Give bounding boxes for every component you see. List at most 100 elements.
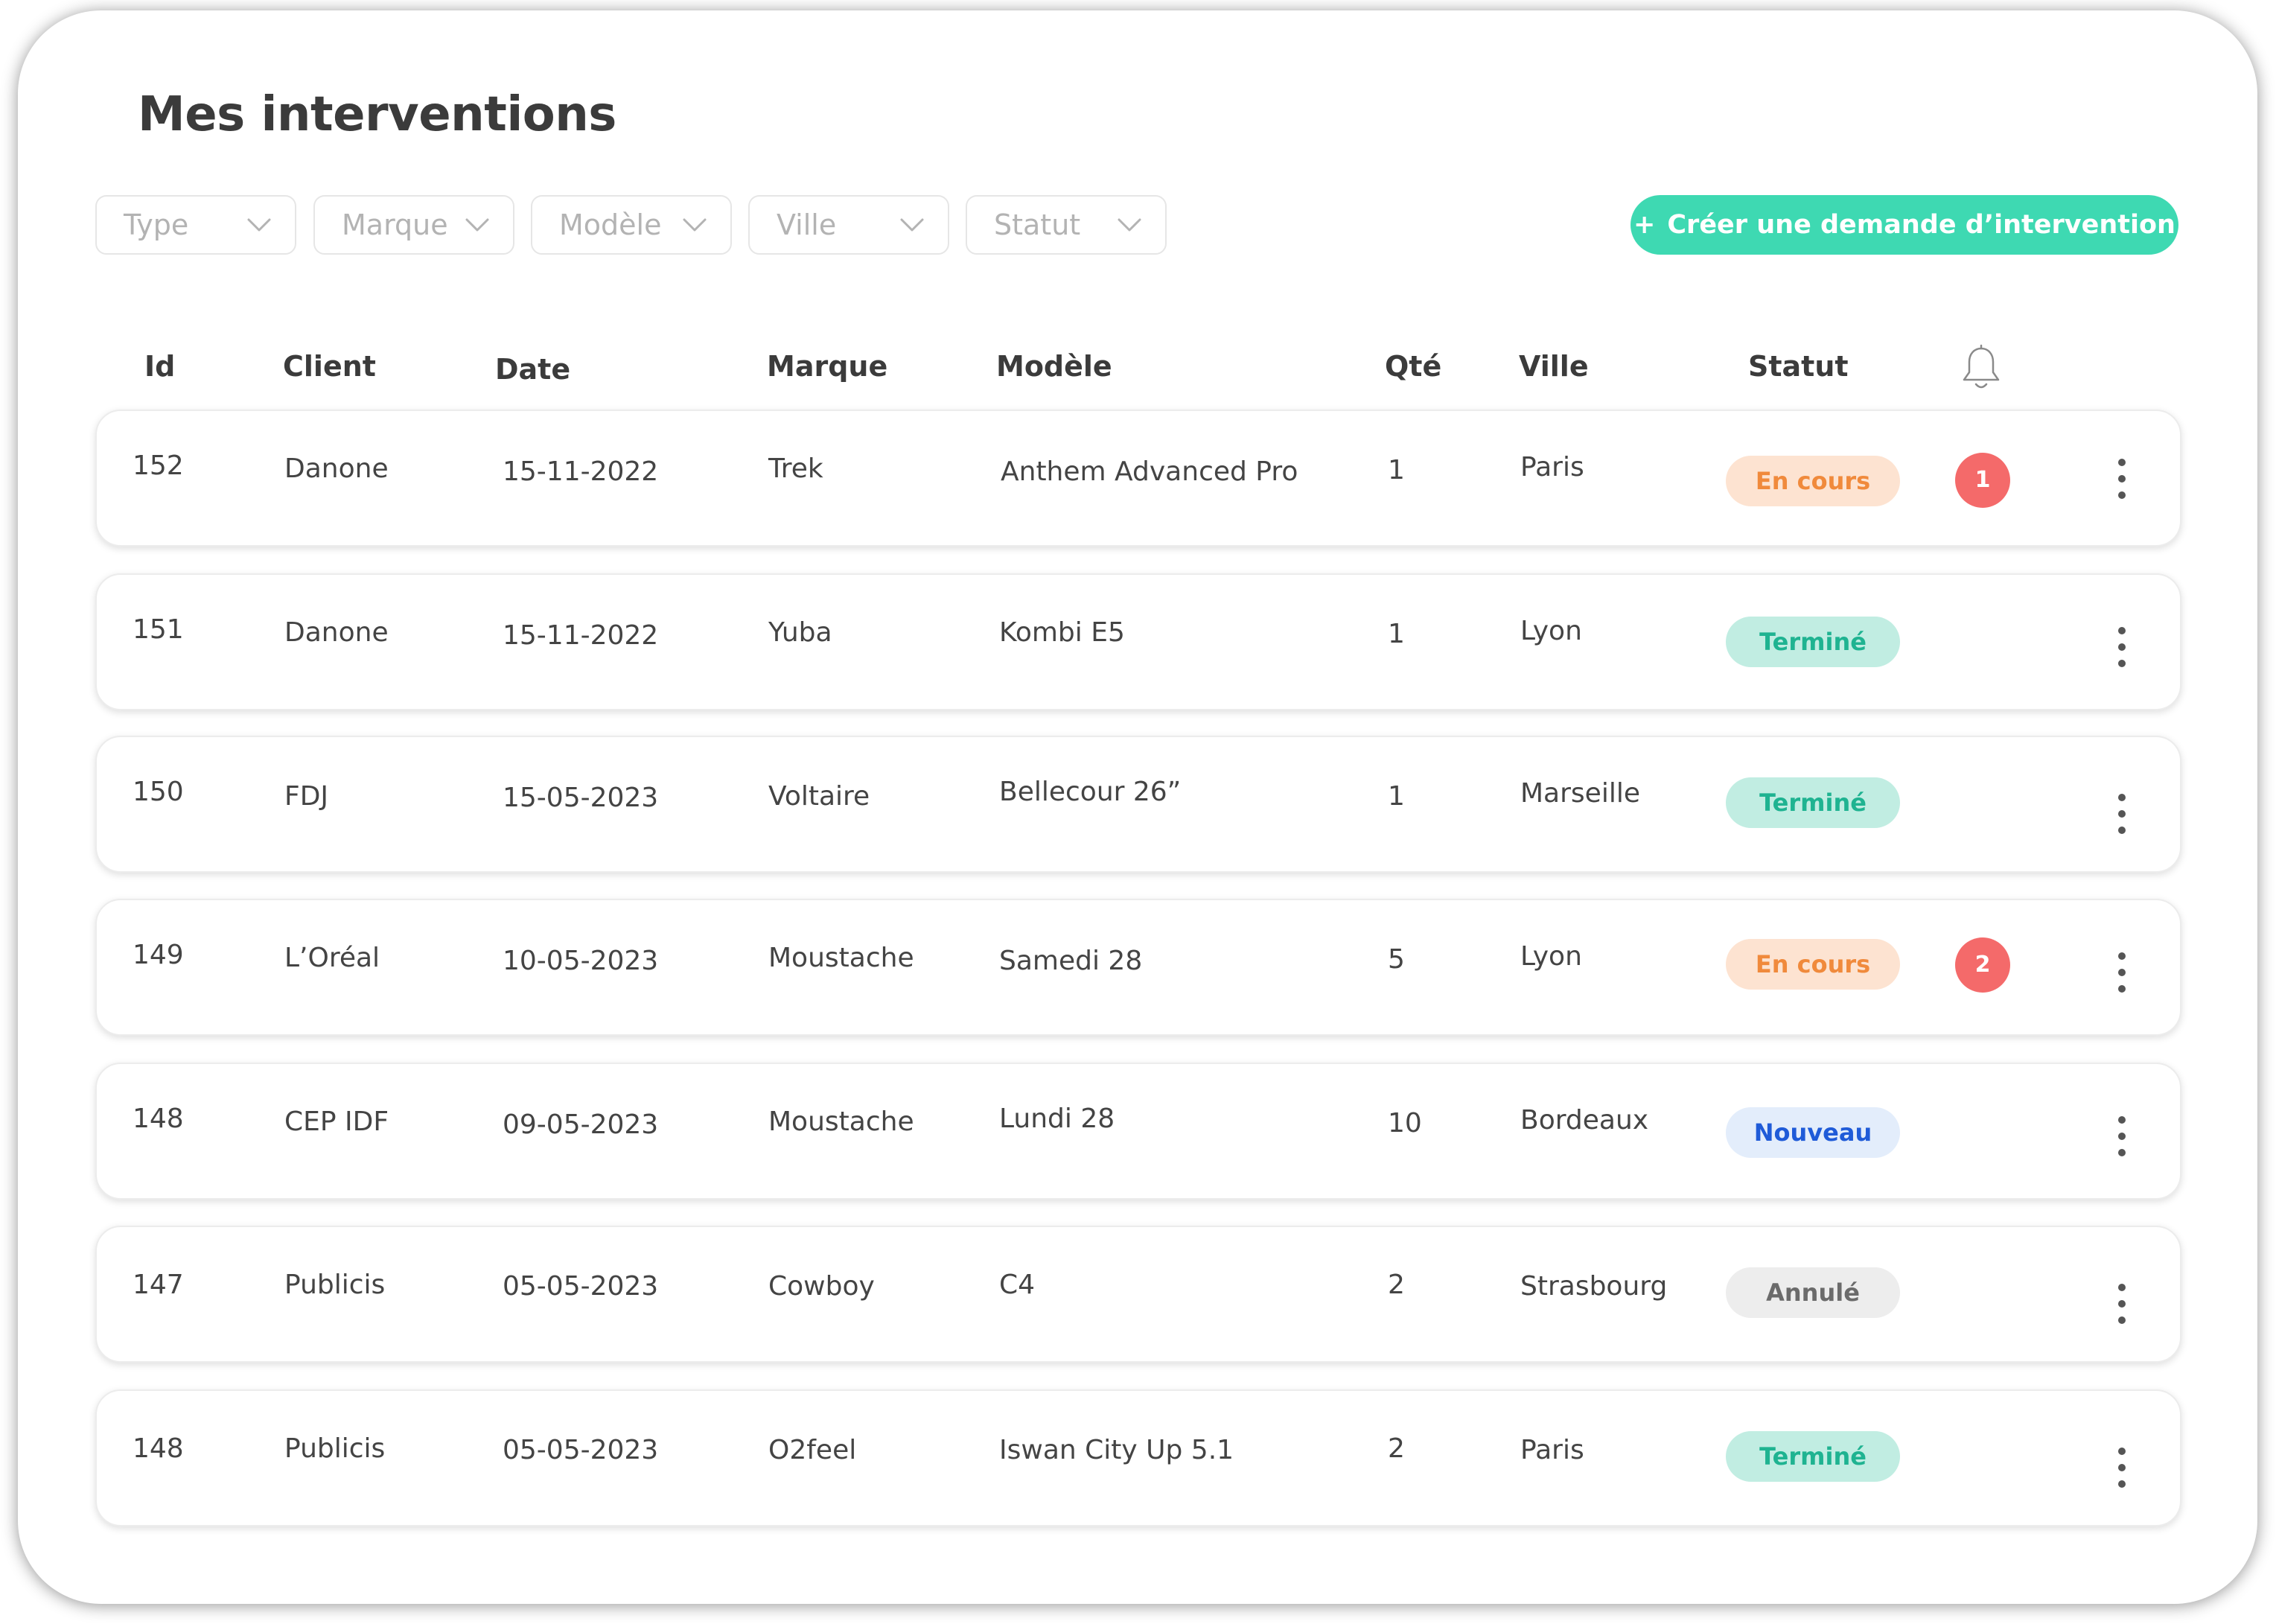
cell-marque: Moustache bbox=[768, 943, 914, 973]
cell-modele: C4 bbox=[999, 1270, 1036, 1300]
column-header-statut: Statut bbox=[1748, 350, 1849, 383]
cell-modele: Anthem Advanced Pro bbox=[1001, 456, 1298, 487]
cell-marque: Yuba bbox=[768, 617, 832, 648]
cell-qte: 2 bbox=[1388, 1270, 1405, 1300]
cell-client: Publicis bbox=[284, 1433, 386, 1464]
filter-modele-dropdown[interactable]: Modèle bbox=[531, 195, 732, 255]
more-vertical-icon[interactable] bbox=[2108, 454, 2135, 508]
more-vertical-icon[interactable] bbox=[2108, 1443, 2135, 1497]
filter-statut-dropdown[interactable]: Statut bbox=[966, 195, 1167, 255]
chevron-down-icon bbox=[683, 218, 707, 232]
plus-icon: + bbox=[1633, 210, 1656, 240]
create-intervention-button[interactable]: + Créer une demande d’intervention bbox=[1631, 195, 2178, 255]
cell-marque: Voltaire bbox=[768, 781, 870, 812]
filter-statut-label: Statut bbox=[994, 208, 1081, 241]
column-header-id: Id bbox=[144, 350, 176, 383]
cell-marque: O2feel bbox=[768, 1435, 857, 1465]
column-header-qte: Qté bbox=[1385, 350, 1442, 383]
chevron-down-icon bbox=[247, 218, 271, 232]
cell-modele: Samedi 28 bbox=[999, 946, 1143, 976]
cell-client: FDJ bbox=[284, 781, 329, 812]
filter-modele-label: Modèle bbox=[559, 208, 662, 241]
cell-marque: Trek bbox=[768, 453, 823, 484]
chevron-down-icon bbox=[900, 218, 924, 232]
filter-ville-dropdown[interactable]: Ville bbox=[748, 195, 949, 255]
notification-badge[interactable]: 1 bbox=[1955, 453, 2010, 508]
cell-qte: 10 bbox=[1388, 1108, 1422, 1139]
cell-qte: 5 bbox=[1388, 944, 1405, 975]
cell-date: 15-05-2023 bbox=[503, 783, 659, 813]
cell-ville: Strasbourg bbox=[1520, 1271, 1668, 1302]
cell-marque: Moustache bbox=[768, 1106, 914, 1137]
cell-id: 149 bbox=[133, 940, 184, 970]
chevron-down-icon bbox=[465, 218, 489, 232]
cell-date: 10-05-2023 bbox=[503, 946, 659, 976]
more-vertical-icon[interactable] bbox=[2108, 948, 2135, 1002]
table-row[interactable]: 152 Danone 15-11-2022 Trek Anthem Advanc… bbox=[95, 410, 2181, 547]
filter-marque-label: Marque bbox=[342, 208, 448, 241]
filter-type-dropdown[interactable]: Type bbox=[95, 195, 296, 255]
column-header-date: Date bbox=[495, 353, 571, 386]
more-vertical-icon[interactable] bbox=[2108, 622, 2135, 676]
notification-badge[interactable]: 2 bbox=[1955, 937, 2010, 993]
cell-id: 147 bbox=[133, 1270, 184, 1300]
cell-client: Publicis bbox=[284, 1270, 386, 1300]
create-intervention-label: Créer une demande d’intervention bbox=[1667, 210, 2175, 240]
status-badge: Terminé bbox=[1726, 617, 1900, 667]
status-badge: En cours bbox=[1726, 939, 1900, 990]
cell-qte: 1 bbox=[1388, 781, 1405, 812]
cell-id: 150 bbox=[133, 777, 184, 807]
cell-ville: Bordeaux bbox=[1520, 1105, 1649, 1136]
more-vertical-icon[interactable] bbox=[2108, 1279, 2135, 1333]
cell-modele: Bellecour 26” bbox=[999, 777, 1182, 807]
column-header-modele: Modèle bbox=[996, 350, 1112, 383]
cell-modele: Iswan City Up 5.1 bbox=[999, 1435, 1234, 1465]
filter-ville-label: Ville bbox=[777, 208, 837, 241]
cell-client: L’Oréal bbox=[284, 943, 380, 973]
cell-date: 15-11-2022 bbox=[503, 456, 659, 487]
cell-date: 05-05-2023 bbox=[503, 1271, 659, 1302]
cell-client: Danone bbox=[284, 617, 389, 648]
cell-qte: 1 bbox=[1388, 455, 1405, 485]
cell-ville: Paris bbox=[1520, 452, 1584, 483]
cell-ville: Lyon bbox=[1520, 616, 1582, 646]
cell-client: Danone bbox=[284, 453, 389, 484]
column-header-client: Client bbox=[283, 350, 376, 383]
cell-ville: Lyon bbox=[1520, 941, 1582, 972]
status-badge: Annulé bbox=[1726, 1267, 1900, 1318]
cell-qte: 2 bbox=[1388, 1433, 1405, 1464]
chevron-down-icon bbox=[1118, 218, 1141, 232]
column-header-marque: Marque bbox=[767, 350, 888, 383]
bell-icon bbox=[1963, 344, 2000, 389]
status-badge: Terminé bbox=[1726, 777, 1900, 828]
cell-id: 148 bbox=[133, 1433, 184, 1464]
column-header-ville: Ville bbox=[1519, 350, 1589, 383]
cell-id: 151 bbox=[133, 614, 184, 645]
table-row[interactable]: 151 Danone 15-11-2022 Yuba Kombi E5 1 Ly… bbox=[95, 573, 2181, 710]
table-row[interactable]: 148 Publicis 05-05-2023 O2feel Iswan Cit… bbox=[95, 1389, 2181, 1526]
cell-id: 148 bbox=[133, 1104, 184, 1134]
more-vertical-icon[interactable] bbox=[2108, 1112, 2135, 1165]
cell-date: 09-05-2023 bbox=[503, 1109, 659, 1140]
page-title: Mes interventions bbox=[138, 87, 616, 142]
cell-client: CEP IDF bbox=[284, 1106, 389, 1137]
status-badge: Terminé bbox=[1726, 1431, 1900, 1482]
table-row[interactable]: 149 L’Oréal 10-05-2023 Moustache Samedi … bbox=[95, 899, 2181, 1036]
cell-ville: Marseille bbox=[1520, 778, 1640, 809]
status-badge: En cours bbox=[1726, 456, 1900, 506]
more-vertical-icon[interactable] bbox=[2108, 789, 2135, 843]
table-row[interactable]: 147 Publicis 05-05-2023 Cowboy C4 2 Stra… bbox=[95, 1226, 2181, 1363]
cell-date: 05-05-2023 bbox=[503, 1435, 659, 1465]
cell-id: 152 bbox=[133, 450, 184, 481]
table-row[interactable]: 150 FDJ 15-05-2023 Voltaire Bellecour 26… bbox=[95, 736, 2181, 873]
cell-date: 15-11-2022 bbox=[503, 620, 659, 651]
cell-modele: Kombi E5 bbox=[999, 617, 1125, 648]
filter-type-label: Type bbox=[124, 208, 189, 241]
table-row[interactable]: 148 CEP IDF 09-05-2023 Moustache Lundi 2… bbox=[95, 1063, 2181, 1200]
cell-modele: Lundi 28 bbox=[999, 1104, 1115, 1134]
cell-qte: 1 bbox=[1388, 619, 1405, 649]
filter-marque-dropdown[interactable]: Marque bbox=[313, 195, 514, 255]
cell-marque: Cowboy bbox=[768, 1271, 875, 1302]
cell-ville: Paris bbox=[1520, 1435, 1584, 1465]
status-badge: Nouveau bbox=[1726, 1107, 1900, 1158]
